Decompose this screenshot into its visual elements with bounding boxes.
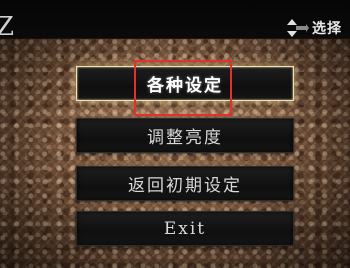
corner-glyph: Z	[0, 12, 15, 42]
menu-item-settings[interactable]: 各种设定	[76, 66, 294, 101]
menu-item-label: 各种设定	[147, 76, 223, 96]
options-menu-screen: Z 选择 各种设定 调整亮度 返回初期设定 Exit	[0, 0, 350, 268]
menu-item-brightness[interactable]: 调整亮度	[76, 118, 294, 153]
dpad-up-down-icon	[287, 19, 309, 37]
menu-item-label: 调整亮度	[147, 128, 223, 148]
controller-hint: 选择	[285, 18, 342, 38]
hint-label: 选择	[312, 21, 342, 37]
menu-item-reset-defaults[interactable]: 返回初期设定	[76, 166, 294, 201]
menu-item-label: Exit	[163, 218, 207, 239]
menu-item-exit[interactable]: Exit	[76, 211, 294, 246]
menu-item-label: 返回初期设定	[128, 176, 242, 196]
